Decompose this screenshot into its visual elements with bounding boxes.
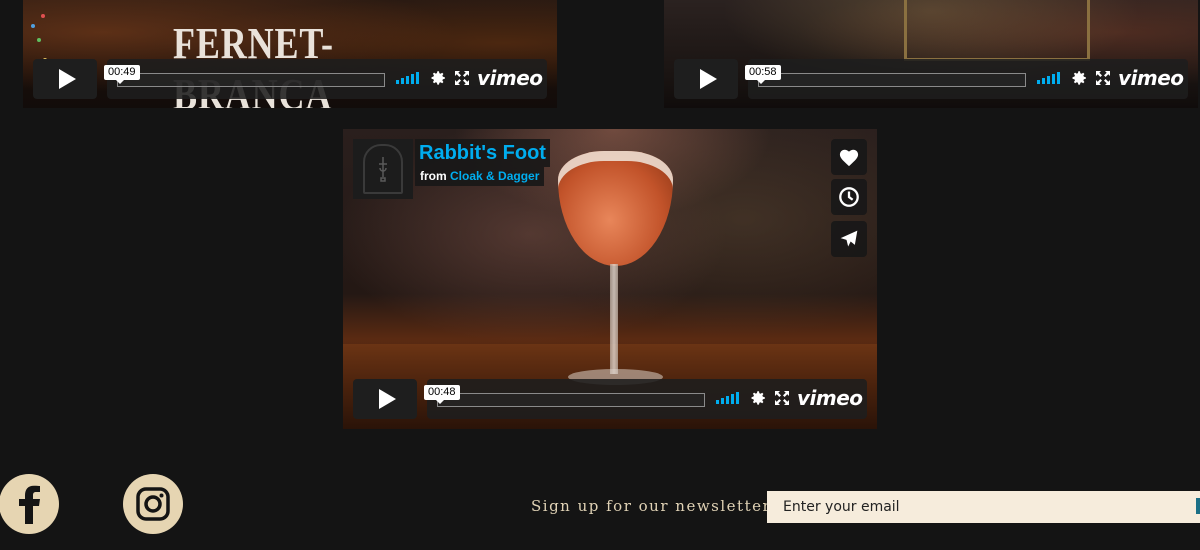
play-icon [378, 389, 396, 409]
share-button[interactable] [831, 221, 867, 257]
byline-prefix: from [420, 169, 447, 183]
vimeo-logo[interactable]: vimeo [477, 66, 543, 90]
volume-icon[interactable] [396, 72, 419, 84]
player-controls: 00:49 vimeo [33, 59, 547, 99]
fullscreen-icon[interactable] [454, 70, 470, 86]
vimeo-logo[interactable]: vimeo [797, 386, 863, 410]
channel-logo[interactable] [353, 139, 413, 199]
player-controls: 00:48 vimeo [353, 379, 867, 419]
progress-bar[interactable]: 00:48 [424, 385, 705, 407]
heart-icon [839, 149, 859, 167]
control-bar: 00:49 vimeo [104, 59, 547, 99]
video-player-fernet[interactable]: FERNET-BRANCA 00:49 vimeo [23, 0, 557, 108]
play-button[interactable] [353, 379, 417, 419]
watch-later-button[interactable] [831, 179, 867, 215]
facebook-link[interactable] [0, 474, 59, 534]
paper-plane-icon [840, 230, 858, 247]
video-player-rabbits-foot[interactable]: Rabbit's Foot from Cloak & Dagger 00:48 [343, 129, 877, 429]
play-icon [58, 69, 76, 89]
video-player-second[interactable]: 00:58 vimeo [664, 0, 1198, 108]
player-controls: 00:58 vimeo [674, 59, 1188, 99]
vimeo-logo[interactable]: vimeo [1118, 66, 1184, 90]
newsletter-label: Sign up for our newsletter [531, 497, 772, 515]
timecode: 00:48 [424, 385, 460, 404]
glass-stem [610, 264, 618, 374]
fullscreen-icon[interactable] [774, 390, 790, 406]
fullscreen-icon[interactable] [1095, 70, 1111, 86]
play-button[interactable] [674, 59, 738, 99]
settings-icon[interactable] [749, 389, 767, 407]
instagram-link[interactable] [123, 474, 183, 534]
play-button[interactable] [33, 59, 97, 99]
progress-bar[interactable]: 00:58 [745, 65, 1026, 87]
volume-icon[interactable] [716, 392, 739, 404]
control-bar: 00:48 vimeo [424, 379, 867, 419]
clock-icon [839, 187, 859, 207]
settings-icon[interactable] [1070, 69, 1088, 87]
progress-bar[interactable]: 00:49 [104, 65, 385, 87]
email-input[interactable] [767, 491, 1200, 523]
volume-icon[interactable] [1037, 72, 1060, 84]
dagger-logo-icon [363, 144, 403, 194]
subscribe-button[interactable] [1196, 498, 1200, 514]
timecode: 00:49 [104, 65, 140, 84]
control-bar: 00:58 vimeo [745, 59, 1188, 99]
settings-icon[interactable] [429, 69, 447, 87]
mirror-frame [904, 0, 1090, 61]
like-button[interactable] [831, 139, 867, 175]
video-title[interactable]: Rabbit's Foot [415, 139, 550, 167]
instagram-icon [136, 487, 170, 521]
video-byline: from Cloak & Dagger [415, 167, 545, 186]
channel-link[interactable]: Cloak & Dagger [450, 169, 539, 183]
play-icon [699, 69, 717, 89]
timecode: 00:58 [745, 65, 781, 84]
facebook-icon [19, 485, 40, 524]
